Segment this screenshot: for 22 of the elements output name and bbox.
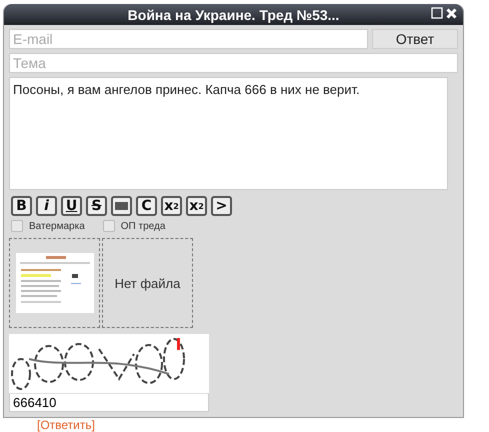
submit-button[interactable]: Ответ bbox=[372, 29, 458, 49]
file-slot[interactable] bbox=[9, 238, 100, 328]
markup-button[interactable]: U bbox=[61, 196, 82, 216]
markup-button[interactable]: > bbox=[211, 196, 232, 216]
maximize-icon[interactable] bbox=[431, 7, 443, 19]
option-checkbox[interactable]: Ватермарка bbox=[11, 220, 85, 232]
file-slot[interactable]: Нет файла bbox=[102, 238, 193, 328]
subject-field[interactable]: Тема bbox=[9, 53, 458, 73]
markup-button[interactable]: B bbox=[11, 196, 32, 216]
reply-link[interactable]: [Ответить] bbox=[37, 418, 95, 432]
option-checkbox[interactable]: ОП треда bbox=[102, 220, 166, 232]
markup-button[interactable]: x$^{2}$ bbox=[161, 196, 182, 216]
message-field[interactable]: Посоны, я вам ангелов принес. Капча 666 в них не верит. bbox=[9, 77, 448, 190]
markup-button[interactable]: S bbox=[86, 196, 107, 216]
markup-button[interactable]: i bbox=[36, 196, 57, 216]
markup-button[interactable]: C bbox=[136, 196, 157, 216]
no-file-text: Нет файла bbox=[114, 276, 180, 290]
close-icon[interactable] bbox=[446, 8, 457, 18]
window-title: Война на Украине. Тред №53... bbox=[128, 6, 340, 22]
captcha-field[interactable]: 666410 bbox=[9, 393, 209, 412]
markup-button[interactable] bbox=[111, 196, 132, 216]
email-field[interactable]: E-mail bbox=[9, 29, 368, 49]
